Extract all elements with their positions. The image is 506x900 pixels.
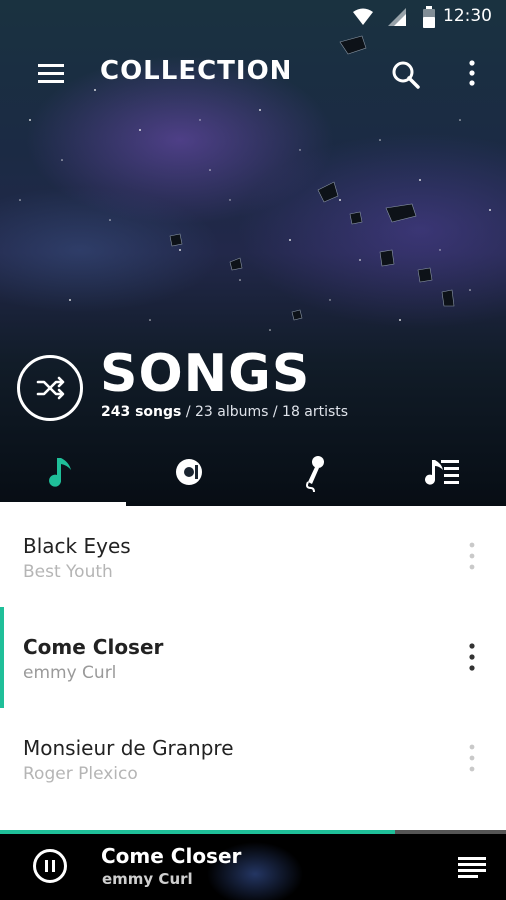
now-playing-title: Come Closer: [101, 844, 242, 868]
disc-icon: [176, 459, 202, 485]
search-button[interactable]: [386, 56, 426, 96]
song-more-button[interactable]: [458, 742, 486, 776]
queue-button[interactable]: [454, 852, 490, 882]
song-row-playing[interactable]: Come Closer emmy Curl: [0, 607, 506, 708]
menu-icon: [38, 64, 64, 83]
tab-albums[interactable]: [126, 444, 252, 502]
pause-button[interactable]: [33, 849, 67, 883]
header-background: 12:30 COLLECTION SONGS 243 songs / 23 al…: [0, 0, 506, 506]
tab-playlists[interactable]: [378, 444, 504, 502]
song-list: Black Eyes Best Youth Come Closer emmy C…: [0, 506, 506, 830]
album-artist-count: / 23 albums / 18 artists: [181, 404, 349, 420]
progress-bar[interactable]: [0, 830, 506, 834]
song-artist: Best Youth: [23, 562, 113, 582]
song-artist: emmy Curl: [23, 663, 117, 683]
shuffle-button[interactable]: [17, 355, 83, 421]
mini-player[interactable]: Come Closer emmy Curl: [0, 830, 506, 900]
song-title: Black Eyes: [23, 534, 131, 558]
section-title: SONGS: [100, 344, 311, 404]
song-count: 243 songs: [101, 404, 182, 420]
toolbar: COLLECTION: [0, 44, 506, 104]
now-playing-artist: emmy Curl: [102, 870, 193, 888]
status-time: 12:30: [443, 6, 492, 26]
song-row[interactable]: Black Eyes Best Youth: [0, 506, 506, 607]
pause-icon: [45, 860, 55, 872]
now-playing-indicator: [0, 607, 4, 708]
more-vert-icon: [469, 643, 475, 671]
tab-songs[interactable]: [0, 444, 126, 502]
song-artist: Roger Plexico: [23, 764, 138, 784]
tab-artists[interactable]: [252, 444, 378, 502]
battery-icon: [423, 6, 435, 28]
progress-fill: [0, 830, 395, 834]
page-title: COLLECTION: [100, 56, 293, 86]
song-more-button[interactable]: [458, 641, 486, 675]
search-icon: [392, 61, 420, 89]
queue-icon: [458, 857, 486, 878]
category-tabs: [0, 444, 506, 506]
more-options-button[interactable]: [458, 56, 486, 96]
song-more-button[interactable]: [458, 540, 486, 574]
more-vert-icon: [469, 744, 475, 772]
more-vert-icon: [469, 60, 475, 86]
menu-button[interactable]: [30, 56, 70, 92]
wifi-icon: [353, 8, 373, 25]
song-row[interactable]: Monsieur de Granpre Roger Plexico: [0, 708, 506, 809]
music-note-icon: [49, 458, 71, 487]
shuffle-icon: [36, 376, 65, 400]
microphone-icon: [306, 456, 324, 493]
song-title: Come Closer: [23, 635, 164, 659]
more-vert-icon: [469, 542, 475, 570]
signal-icon: [388, 8, 406, 26]
playlist-icon: [425, 460, 459, 485]
status-bar: 12:30: [0, 0, 506, 34]
song-title: Monsieur de Granpre: [23, 736, 234, 760]
collection-counts: 243 songs / 23 albums / 18 artists: [101, 404, 348, 420]
